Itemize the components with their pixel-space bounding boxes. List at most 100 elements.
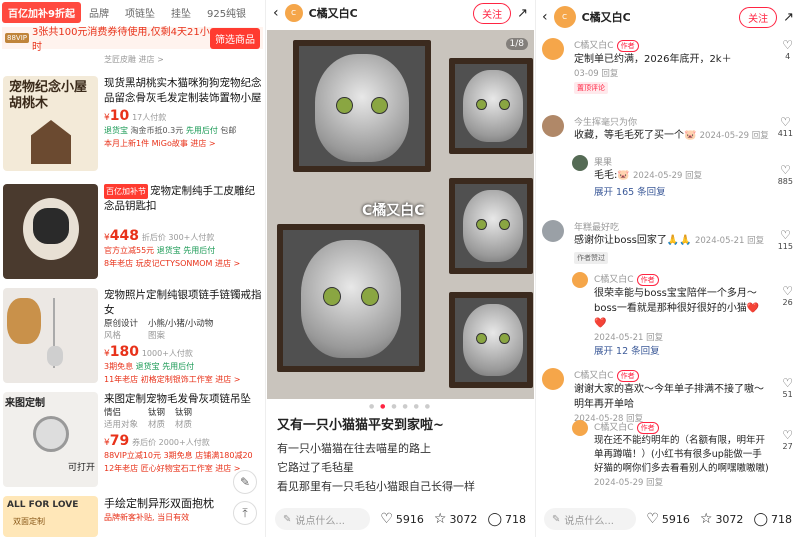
shop-line[interactable]: 8年老店 玩皮记CTYSONMOM 进店 > bbox=[104, 259, 240, 268]
comment-meta[interactable]: 2024-05-21 回复 bbox=[695, 236, 764, 246]
product-card[interactable]: 百亿加补节 宠物定制纯手工皮雕纪念品钥匙扣 ¥448 折后价 300+人付款 官方… bbox=[0, 184, 265, 284]
attr-value: 钛钢 bbox=[148, 408, 166, 418]
avatar[interactable] bbox=[572, 420, 588, 436]
comment-button[interactable]: ◯ 718 bbox=[487, 512, 526, 527]
heart-icon: ♡ bbox=[782, 428, 793, 442]
category-tab[interactable]: 挂坠 bbox=[163, 5, 199, 20]
product-card[interactable]: 宠物纪念小屋 胡桃木 现货黑胡桃实木猫咪狗狗宠物纪念品留念骨灰毛发定制装饰置物小… bbox=[0, 76, 265, 181]
attr: 钛钢 材质 bbox=[175, 407, 192, 431]
cat-frame bbox=[277, 224, 425, 372]
share-icon[interactable]: ↗ bbox=[517, 6, 528, 21]
author-badge: 作者 bbox=[616, 370, 639, 382]
comment-button[interactable]: ◯ 718 bbox=[753, 512, 792, 527]
avatar[interactable] bbox=[542, 38, 564, 60]
back-arrow-icon[interactable]: ‹ bbox=[542, 9, 548, 25]
category-tab-active[interactable]: 百亿加补9折起 bbox=[2, 1, 81, 23]
product-info: 百亿加补节 宠物定制纯手工皮雕纪念品钥匙扣 ¥448 折后价 300+人付款 官方… bbox=[104, 184, 262, 269]
promo-tag: 退货宝 bbox=[104, 126, 128, 135]
shop-link[interactable]: 芝匠皮雕 进店 > bbox=[0, 52, 265, 67]
comment-like[interactable]: ♡ 411 bbox=[778, 115, 793, 138]
bulldog-face-icon bbox=[33, 208, 69, 244]
comment-like[interactable]: ♡ 26 bbox=[782, 284, 793, 307]
comment-text: 收藏，等毛毛死了买一个🐷 bbox=[574, 130, 697, 141]
product-image bbox=[3, 184, 98, 279]
comment-meta[interactable]: 2024-05-29 回复 bbox=[594, 476, 771, 488]
promo-tag: 退货宝 bbox=[156, 246, 181, 255]
comment-like[interactable]: ♡ 115 bbox=[778, 228, 793, 251]
comment-meta[interactable]: 2024-05-29 回复 bbox=[633, 171, 702, 181]
product-image-subtext: 双面定制 bbox=[13, 517, 45, 526]
category-tab[interactable]: 品牌 bbox=[81, 5, 117, 20]
product-card[interactable]: 来图定制 可打开 来图定制宠物毛发骨灰项链吊坠 情侣 适用对象 钛钢 材质 钛钢 材质… bbox=[0, 392, 265, 492]
comment-meta[interactable]: 2024-05-29 回复 bbox=[700, 131, 769, 141]
comment-count: 718 bbox=[771, 512, 792, 526]
comment-like[interactable]: ♡ 4 bbox=[782, 38, 793, 61]
comment-user[interactable]: C橘又白C bbox=[594, 423, 634, 433]
shop-line[interactable]: 11年老店 初格定制银饰工作室 进店 > bbox=[104, 375, 241, 384]
comment-user[interactable]: 今生挥毫只为你 bbox=[574, 115, 771, 128]
comment-text: 定制单已约满，2026年底开，2k＋ bbox=[574, 54, 732, 65]
cat-frame bbox=[293, 40, 431, 172]
author-name[interactable]: C橘又白C bbox=[582, 9, 733, 25]
star-button[interactable]: ☆ 3072 bbox=[434, 511, 478, 527]
attr-label: 材质 bbox=[148, 420, 166, 430]
category-tab[interactable]: 项链坠 bbox=[117, 5, 163, 20]
expand-replies-button[interactable]: 展开 165 条回复 bbox=[594, 184, 771, 198]
avatar[interactable] bbox=[542, 220, 564, 242]
comment-user[interactable]: 年糕最好吃 bbox=[574, 220, 771, 233]
comment-user[interactable]: 果果 bbox=[594, 155, 771, 168]
star-button[interactable]: ☆ 3072 bbox=[700, 511, 744, 527]
post-line: 它路过了毛毡星 bbox=[277, 461, 354, 474]
like-count: 4 bbox=[785, 52, 791, 61]
follow-button[interactable]: 关注 bbox=[739, 6, 778, 28]
like-button[interactable]: ♡ 5916 bbox=[646, 511, 690, 527]
product-card[interactable]: ALL FOR LOVE 双面定制 手绘定制异形双面抱枕 品牌新客补贴, 当日有… bbox=[0, 496, 265, 537]
comment-text: 很荣幸能与boss宝宝陪伴一个多月～boss一看就是那种很好很好的小猫❤️❤️ bbox=[594, 288, 760, 329]
wooden-house-icon bbox=[31, 120, 71, 164]
product-card[interactable]: 宠物照片定制纯银项链手链镯戒指女 原创设计 风格 小熊/小猪/小动物 图案 ¥180… bbox=[0, 288, 265, 388]
comment-like[interactable]: ♡ 27 bbox=[782, 428, 793, 451]
filter-products-button[interactable]: 筛选商品 bbox=[210, 27, 260, 49]
avatar[interactable]: C bbox=[553, 6, 576, 28]
comment-user[interactable]: C橘又白C bbox=[574, 41, 614, 51]
category-bar: 百亿加补9折起 品牌 项链坠 挂坠 925纯银 bbox=[0, 0, 265, 24]
post-image[interactable]: 1/8 C橘又白C bbox=[267, 30, 534, 399]
avatar[interactable]: C bbox=[284, 4, 303, 22]
attr-value: 钛钢 bbox=[175, 408, 193, 418]
edit-icon[interactable]: ✎ bbox=[233, 470, 257, 494]
comment-meta[interactable]: 2024-05-21 回复 bbox=[594, 331, 771, 343]
promo-tag: 淘金币抵0.3元 bbox=[130, 126, 184, 135]
category-tab[interactable]: 925纯银 bbox=[199, 5, 254, 20]
coupon-banner[interactable]: 88VIP 3张共100元消费券待使用,仅剩4天21小时 筛选商品 bbox=[2, 27, 263, 53]
comment-like[interactable]: ♡ 885 bbox=[778, 163, 793, 186]
like-button[interactable]: ♡ 5916 bbox=[380, 511, 424, 527]
avatar[interactable] bbox=[542, 115, 564, 137]
follow-button[interactable]: 关注 bbox=[473, 2, 512, 24]
author-name[interactable]: C橘又白C bbox=[309, 5, 467, 21]
promo-badge: 百亿加补节 bbox=[104, 184, 148, 199]
avatar[interactable] bbox=[572, 155, 588, 171]
product-title: 来图定制宠物毛发骨灰项链吊坠 bbox=[104, 393, 251, 405]
shop-line[interactable]: 12年老店 匠心好物宝石工作室 进店 > bbox=[104, 464, 241, 473]
comment-input[interactable]: ✎ 说点什么... bbox=[275, 508, 371, 530]
back-to-top-icon[interactable]: ⤒ bbox=[233, 501, 257, 525]
share-icon[interactable]: ↗ bbox=[783, 10, 794, 25]
expand-replies-button[interactable]: 展开 12 条回复 bbox=[594, 343, 771, 357]
avatar[interactable] bbox=[572, 272, 588, 288]
product-image: 宠物纪念小屋 胡桃木 bbox=[3, 76, 98, 171]
sales-count: 券后价 2000+人付款 bbox=[132, 438, 210, 447]
post-body: 有一只小猫猫在往去喵星的路上 它路过了毛毡星 看见那里有一只毛毡小猫跟自己长得一… bbox=[277, 439, 475, 496]
attr: 原创设计 风格 bbox=[104, 318, 138, 342]
shop-line[interactable]: 本月上新1件 MiGo故事 进店 > bbox=[104, 139, 216, 148]
comment-meta[interactable]: 03-09 回复 bbox=[574, 67, 771, 79]
comment-user[interactable]: C橘又白C bbox=[594, 275, 634, 285]
comment-input[interactable]: ✎ 说点什么... bbox=[544, 508, 637, 530]
cat-frame bbox=[449, 58, 533, 154]
avatar[interactable] bbox=[542, 368, 564, 390]
promo-tag: 3期免息 bbox=[163, 451, 193, 460]
comment-user[interactable]: C橘又白C bbox=[574, 371, 614, 381]
back-arrow-icon[interactable]: ‹ bbox=[273, 5, 279, 21]
comment-reply: 果果 毛毛:🐷 2024-05-29 回复 展开 165 条回复 ♡ 885 bbox=[536, 155, 800, 205]
comment-like[interactable]: ♡ 51 bbox=[782, 376, 793, 399]
attr: 小熊/小猪/小动物 图案 bbox=[148, 318, 213, 342]
